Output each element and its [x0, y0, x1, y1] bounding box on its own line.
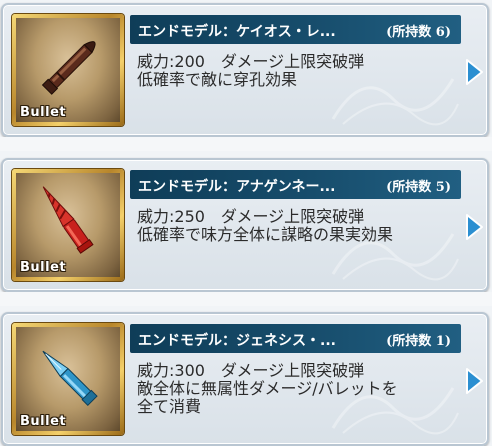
bullet-tag: Bullet [20, 260, 67, 275]
item-title-bar: エンドモデル：ケイオス・レ... (所持数 6) [130, 15, 461, 44]
item-count: (所持数 1) [386, 334, 451, 349]
item-thumbnail-frame: Bullet [12, 14, 124, 126]
chevron-right-icon[interactable] [463, 212, 485, 242]
item-thumbnail-frame: Bullet [12, 323, 124, 435]
ornament-decoration [331, 233, 459, 281]
chevron-right-icon[interactable] [463, 366, 485, 396]
ornament-decoration [331, 387, 459, 435]
item-title-bar: エンドモデル：ジェネシス・... (所持数 1) [130, 324, 461, 353]
item-thumbnail: Bullet [16, 18, 120, 122]
item-card[interactable]: Bullet エンドモデル：アナゲンネー... (所持数 5) 威力:250 ダ… [1, 158, 489, 292]
item-count: (所持数 6) [386, 25, 451, 40]
card-divider [0, 137, 492, 151]
item-title: エンドモデル：ケイオス・レ... [138, 24, 336, 40]
item-thumbnail: Bullet [16, 327, 120, 431]
item-card[interactable]: Bullet エンドモデル：ケイオス・レ... (所持数 6) 威力:200 ダ… [1, 3, 489, 137]
bullet-tag: Bullet [20, 105, 67, 120]
ornament-decoration [331, 78, 459, 126]
bullet-tag: Bullet [20, 414, 67, 429]
item-title-bar: エンドモデル：アナゲンネー... (所持数 5) [130, 170, 461, 199]
item-title: エンドモデル：アナゲンネー... [138, 179, 336, 195]
item-thumbnail: Bullet [16, 173, 120, 277]
card-divider [0, 292, 492, 306]
item-card[interactable]: Bullet エンドモデル：ジェネシス・... (所持数 1) 威力:300 ダ… [1, 312, 489, 446]
item-thumbnail-frame: Bullet [12, 169, 124, 281]
chevron-right-icon[interactable] [463, 57, 485, 87]
item-count: (所持数 5) [386, 180, 451, 195]
item-title: エンドモデル：ジェネシス・... [138, 333, 336, 349]
